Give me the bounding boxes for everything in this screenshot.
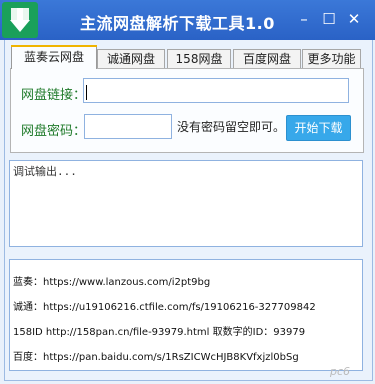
info-line-baidu: 百度：https://pan.baidu.com/s/1RsZICWcHJB8K… <box>13 352 299 363</box>
minimize-icon[interactable]: – <box>295 10 313 28</box>
app-icon <box>2 2 38 38</box>
link-label: 网盘链接： <box>21 88 87 103</box>
text-cursor <box>86 85 87 100</box>
password-label: 网盘密码： <box>21 124 87 139</box>
close-icon[interactable]: ✕ <box>345 10 363 28</box>
link-input[interactable] <box>83 78 349 103</box>
watermark: pc6 <box>330 365 351 378</box>
window-title: 主流网盘解析下载工具1.0 <box>80 14 275 33</box>
download-arrow-icon <box>8 6 32 34</box>
info-line-158: 158ID http://158pan.cn/file-93979.html 取… <box>13 327 306 338</box>
tab-158[interactable]: 158网盘 <box>167 49 231 69</box>
tab-baidu[interactable]: 百度网盘 <box>233 49 301 69</box>
tab-chengtong[interactable]: 诚通网盘 <box>97 49 165 69</box>
tab-more[interactable]: 更多功能 <box>302 49 361 69</box>
info-line-chengtong: 诚通：https://u19106216.ctfile.com/fs/19106… <box>13 302 316 313</box>
tab-lanzou[interactable]: 蓝奏云网盘 <box>11 45 97 69</box>
info-box: 蓝奏：https://www.lanzous.com/i2pt9bg 诚通：ht… <box>9 259 363 371</box>
title-bar: 主流网盘解析下载工具1.0 – ☐ ✕ <box>0 0 375 40</box>
start-download-button[interactable]: 开始下载 <box>286 115 351 141</box>
password-hint: 没有密码留空即可。 <box>177 120 286 134</box>
password-input[interactable] <box>84 114 172 139</box>
info-line-lanzou: 蓝奏：https://www.lanzous.com/i2pt9bg <box>13 277 211 288</box>
debug-output-box[interactable]: 调试输出... <box>9 160 363 247</box>
maximize-icon[interactable]: ☐ <box>320 10 338 28</box>
